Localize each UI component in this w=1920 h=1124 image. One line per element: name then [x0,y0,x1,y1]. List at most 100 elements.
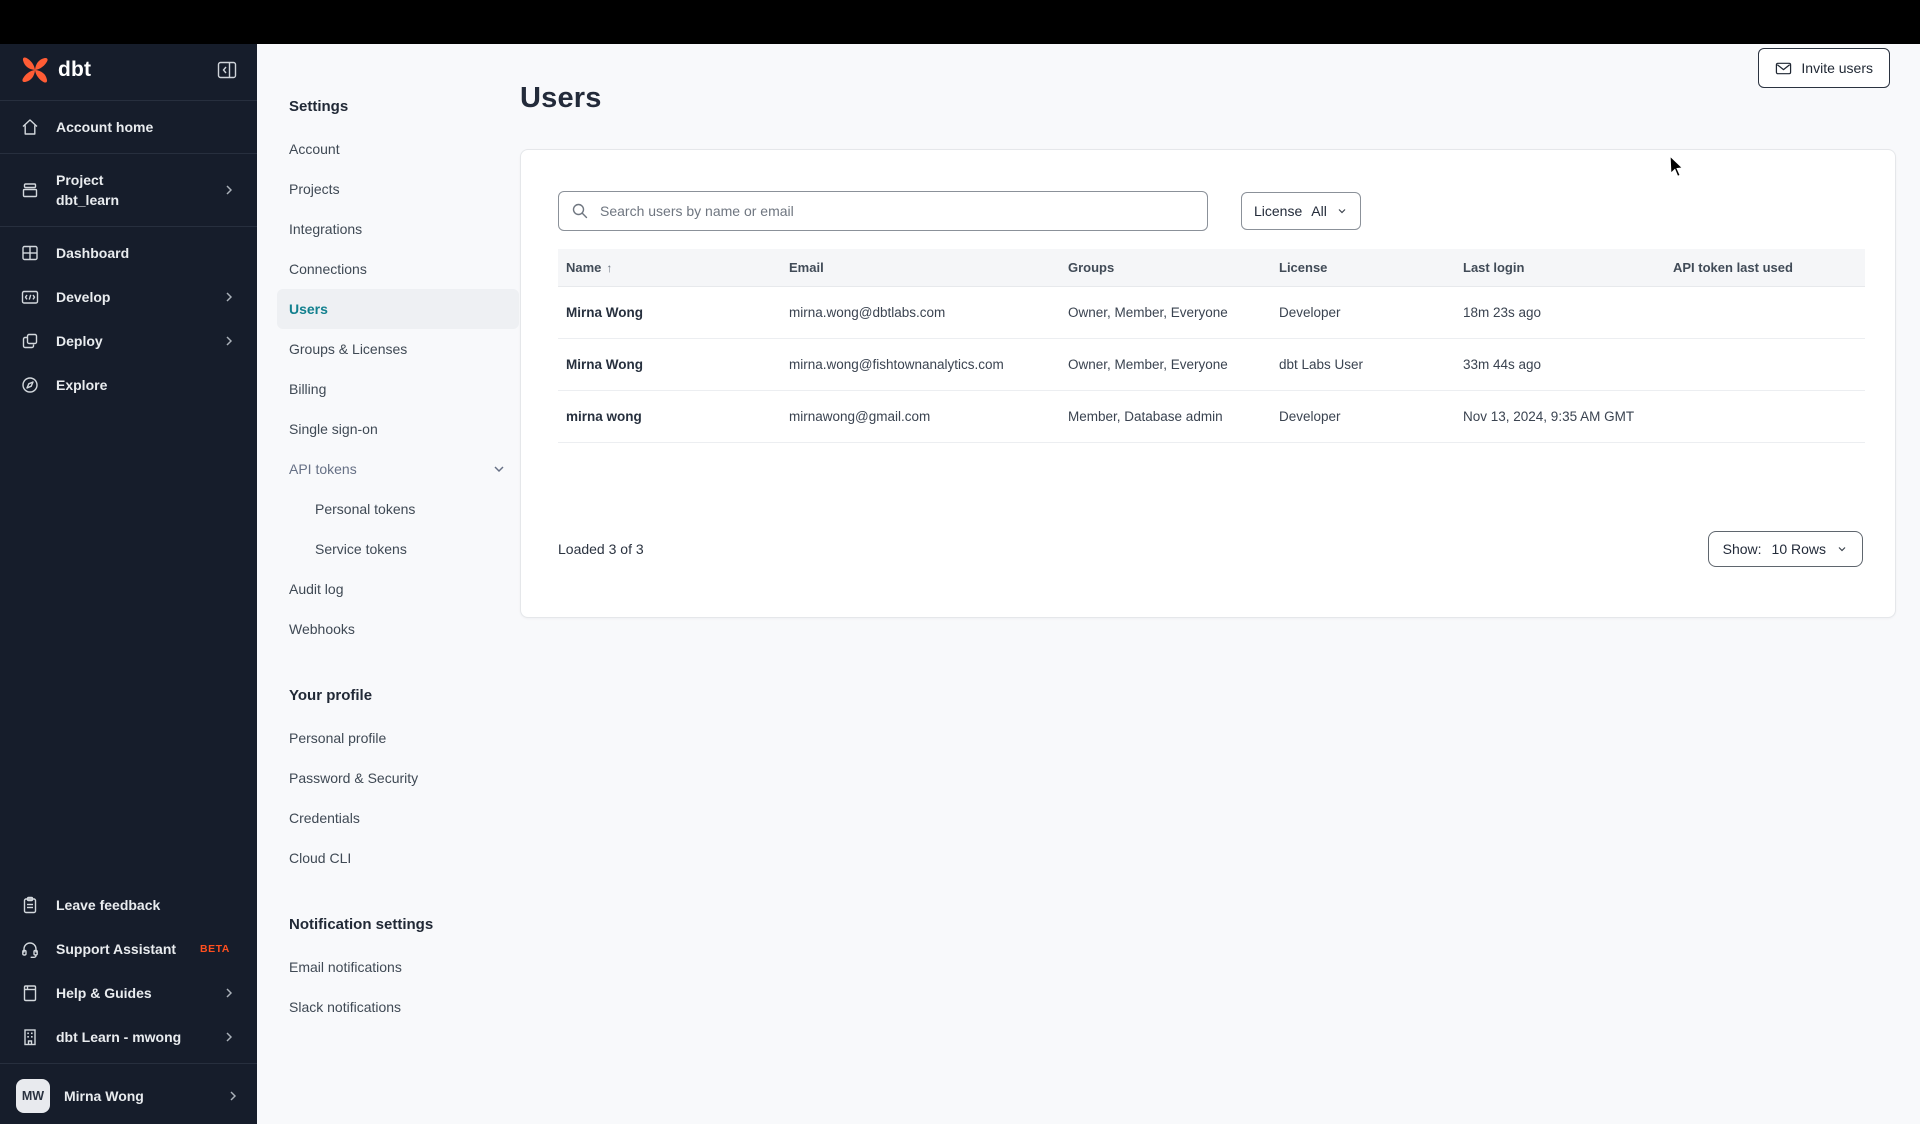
logo-row: dbt [0,44,257,96]
settings-item-billing[interactable]: Billing [277,369,519,409]
chevron-right-icon [226,185,233,195]
sidebar-item-deploy[interactable]: Deploy [0,319,257,363]
settings-item-users[interactable]: Users [277,289,519,329]
headset-icon [22,942,38,958]
users-table: Name ↑ Email Groups License Last login A… [558,249,1865,443]
settings-item-email-notifications[interactable]: Email notifications [277,947,519,987]
settings-item-password-security[interactable]: Password & Security [277,758,519,798]
settings-item-projects[interactable]: Projects [277,169,519,209]
sidebar-item-label: dbt Learn - mwong [56,1029,182,1045]
divider [0,1063,257,1064]
sidebar-item-label: Dashboard [56,245,130,261]
chevron-right-icon [226,1032,233,1042]
loaded-count-text: Loaded 3 of 3 [558,541,644,557]
divider [0,226,257,227]
sidebar-item-leave-feedback[interactable]: Leave feedback [0,883,257,927]
notification-settings-heading: Notification settings [289,916,434,933]
column-header-api-token[interactable]: API token last used [1665,260,1865,275]
table-row[interactable]: mirna wong mirnawong@gmail.com Member, D… [558,391,1865,443]
chevron-down-icon [1338,209,1346,214]
settings-item-single-sign-on[interactable]: Single sign-on [277,409,519,449]
column-header-email[interactable]: Email [781,260,1060,275]
column-header-last-login[interactable]: Last login [1455,260,1665,275]
user-name-cell: mirna wong [566,409,642,424]
sidebar-item-explore[interactable]: Explore [0,363,257,407]
explore-icon [22,377,38,393]
show-value: 10 Rows [1771,541,1826,557]
sidebar-item-support-assistant[interactable]: Support Assistant BETA [0,927,257,971]
table-row[interactable]: Mirna Wong mirna.wong@dbtlabs.com Owner,… [558,287,1865,339]
settings-item-personal-tokens[interactable]: Personal tokens [291,489,519,529]
top-window-bar [0,0,1920,44]
user-last-login-cell: 33m 44s ago [1463,357,1542,372]
app-sidebar: dbt Account home Project dbt_learn Dashb… [0,44,257,1124]
sidebar-item-account-home[interactable]: Account home [0,105,257,149]
sidebar-item-help-guides[interactable]: Help & Guides [0,971,257,1015]
develop-icon [21,290,39,304]
settings-item-slack-notifications[interactable]: Slack notifications [277,987,519,1027]
settings-item-api-tokens[interactable]: API tokens [277,449,519,489]
user-last-login-cell: 18m 23s ago [1463,305,1542,320]
home-icon [22,119,38,135]
sidebar-item-label: Leave feedback [56,897,161,913]
chevron-right-icon [226,988,233,998]
sidebar-item-label: Deploy [56,333,103,349]
divider [0,100,257,101]
sidebar-item-develop[interactable]: Develop [0,275,257,319]
user-groups-cell: Member, Database admin [1068,409,1223,424]
license-filter-label: License [1254,203,1303,219]
settings-heading: Settings [289,98,349,115]
settings-item-account[interactable]: Account [277,129,519,169]
divider [0,153,257,154]
user-license-cell: Developer [1279,409,1341,424]
column-header-name[interactable]: Name ↑ [558,260,781,275]
settings-item-webhooks[interactable]: Webhooks [277,609,519,649]
sidebar-user-menu[interactable]: MW Mirna Wong [0,1068,257,1124]
search-box [558,191,1208,231]
logo-text: dbt [58,58,92,81]
settings-item-credentials[interactable]: Credentials [277,798,519,838]
dbt-logo-icon [22,57,48,83]
search-input[interactable] [598,202,1195,220]
sidebar-item-label: Explore [56,377,108,393]
book-icon [23,985,37,1002]
show-label: Show: [1722,541,1762,557]
sidebar-item-dbt-learn[interactable]: dbt Learn - mwong [0,1015,257,1059]
sidebar-item-dashboard[interactable]: Dashboard [0,231,257,275]
user-email-cell: mirna.wong@fishtownanalytics.com [789,357,1004,372]
avatar: MW [16,1079,50,1113]
user-last-login-cell: Nov 13, 2024, 9:35 AM GMT [1463,409,1635,424]
sidebar-item-label: Develop [56,289,111,305]
settings-item-service-tokens[interactable]: Service tokens [291,529,519,569]
sidebar-item-project[interactable]: Project dbt_learn [0,158,257,222]
column-header-license[interactable]: License [1271,260,1455,275]
settings-item-audit-log[interactable]: Audit log [277,569,519,609]
users-card: License All Name ↑ Email Groups License … [520,149,1896,618]
user-name-cell: Mirna Wong [566,357,643,372]
table-header: Name ↑ Email Groups License Last login A… [558,249,1865,287]
user-license-cell: dbt Labs User [1279,357,1364,372]
deploy-icon [22,333,38,349]
user-name: Mirna Wong [64,1088,144,1104]
chevron-down-icon [494,466,504,473]
sidebar-item-label: Help & Guides [56,985,152,1001]
user-groups-cell: Owner, Member, Everyone [1068,357,1228,372]
sidebar-item-label: Support Assistant [56,941,177,957]
settings-item-connections[interactable]: Connections [277,249,519,289]
license-filter-dropdown[interactable]: License All [1241,192,1361,230]
show-rows-dropdown[interactable]: Show: 10 Rows [1707,531,1863,567]
sidebar-item-label: Project [56,171,104,188]
settings-item-integrations[interactable]: Integrations [277,209,519,249]
user-email-cell: mirna.wong@dbtlabs.com [789,305,946,320]
settings-item-personal-profile[interactable]: Personal profile [277,718,519,758]
table-row[interactable]: Mirna Wong mirna.wong@fishtownanalytics.… [558,339,1865,391]
settings-item-cloud-cli[interactable]: Cloud CLI [277,838,519,878]
sort-ascending-icon[interactable]: ↑ [606,261,612,275]
your-profile-heading: Your profile [289,687,373,704]
collapse-sidebar-icon[interactable] [217,60,237,80]
user-name-cell: Mirna Wong [566,305,643,320]
settings-item-groups-licenses[interactable]: Groups & Licenses [277,329,519,369]
column-header-groups[interactable]: Groups [1060,260,1271,275]
license-filter-value: All [1311,203,1327,219]
dashboard-icon [22,245,38,261]
